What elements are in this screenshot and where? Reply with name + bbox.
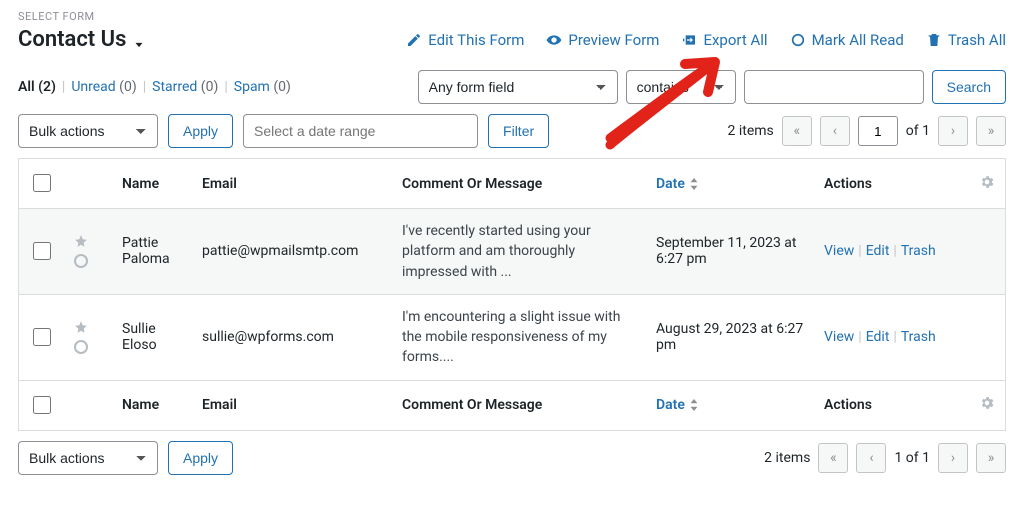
form-selector[interactable]: Contact Us (18, 27, 146, 52)
trash-all-link[interactable]: Trash All (926, 31, 1006, 49)
cell-email: sullie@wpforms.com (192, 294, 392, 380)
page-next-button[interactable]: › (938, 116, 968, 146)
filter-spam[interactable]: Spam (0) (234, 79, 291, 95)
preview-form-label: Preview Form (568, 31, 659, 49)
page-current: 1 of 1 (894, 450, 930, 466)
page-of-text: of 1 (906, 123, 930, 139)
items-count: 2 items (764, 450, 810, 466)
col-actions-footer: Actions (814, 380, 969, 430)
chevron-down-icon (132, 33, 146, 47)
cell-date: August 29, 2023 at 6:27 pm (646, 294, 814, 380)
search-operator-select[interactable]: contains (626, 70, 736, 104)
star-icon[interactable] (74, 234, 88, 252)
pencil-icon (406, 32, 422, 48)
view-link[interactable]: View (824, 329, 854, 345)
circle-icon (790, 32, 806, 48)
table-row: Sullie Eloso sullie@wpforms.com I'm enco… (19, 294, 1006, 380)
trash-icon (926, 32, 942, 48)
sort-icon (689, 399, 699, 411)
page-last-button[interactable]: » (976, 116, 1006, 146)
page-toolbar: Edit This Form Preview Form Export All M… (406, 31, 1006, 49)
export-all-link[interactable]: Export All (681, 31, 767, 49)
items-count: 2 items (728, 123, 774, 139)
filter-unread[interactable]: Unread (0) (71, 79, 136, 95)
select-form-label: SELECT FORM (18, 10, 1006, 23)
col-email[interactable]: Email (192, 159, 392, 209)
trash-link[interactable]: Trash (901, 329, 936, 345)
gear-icon[interactable] (979, 178, 995, 194)
table-row: Pattie Paloma pattie@wpmailsmtp.com I've… (19, 209, 1006, 295)
filter-button[interactable]: Filter (488, 114, 549, 148)
cell-email: pattie@wpmailsmtp.com (192, 209, 392, 295)
page-next-button[interactable]: › (938, 443, 968, 473)
select-all-checkbox-footer[interactable] (33, 396, 51, 414)
page-number-input[interactable] (858, 116, 898, 146)
bulk-apply-button[interactable]: Apply (168, 114, 233, 148)
edit-form-link[interactable]: Edit This Form (406, 31, 524, 49)
mark-all-read-link[interactable]: Mark All Read (790, 31, 904, 49)
filter-all[interactable]: All (2) (18, 79, 56, 95)
page-prev-button[interactable]: ‹ (856, 443, 886, 473)
export-icon (681, 32, 697, 48)
bulk-actions-select-bottom[interactable]: Bulk actions (18, 441, 158, 475)
date-range-input[interactable] (243, 114, 478, 148)
cell-message: I've recently started using your platfor… (402, 221, 636, 282)
col-message-footer[interactable]: Comment Or Message (392, 380, 646, 430)
col-message[interactable]: Comment Or Message (392, 159, 646, 209)
trash-all-label: Trash All (948, 31, 1006, 49)
cell-message: I'm encountering a slight issue with the… (402, 307, 636, 368)
search-input[interactable] (744, 70, 924, 104)
mark-all-read-label: Mark All Read (812, 31, 904, 49)
filter-starred[interactable]: Starred (0) (152, 79, 218, 95)
search-field-select[interactable]: Any form field (418, 70, 618, 104)
edit-link[interactable]: Edit (866, 243, 890, 259)
page-first-button[interactable]: « (782, 116, 812, 146)
trash-link[interactable]: Trash (901, 243, 936, 259)
read-indicator-icon[interactable] (74, 254, 88, 268)
search-button[interactable]: Search (932, 70, 1006, 104)
entries-table: Name Email Comment Or Message Date Actio… (18, 158, 1006, 431)
export-all-label: Export All (703, 31, 767, 49)
edit-link[interactable]: Edit (866, 329, 890, 345)
eye-icon (546, 32, 562, 48)
col-date-sort-footer[interactable]: Date (656, 397, 699, 413)
row-checkbox[interactable] (33, 242, 51, 260)
edit-form-label: Edit This Form (428, 31, 524, 49)
bulk-apply-button-bottom[interactable]: Apply (168, 441, 233, 475)
page-first-button[interactable]: « (818, 443, 848, 473)
col-email-footer[interactable]: Email (192, 380, 392, 430)
row-checkbox[interactable] (33, 328, 51, 346)
page-prev-button[interactable]: ‹ (820, 116, 850, 146)
col-date-sort[interactable]: Date (656, 176, 699, 192)
read-indicator-icon[interactable] (74, 340, 88, 354)
select-all-checkbox[interactable] (33, 174, 51, 192)
pagination-top: 2 items « ‹ of 1 › » (728, 116, 1006, 146)
cell-name: Sullie Eloso (112, 294, 192, 380)
status-filters: All (2) | Unread (0) | Starred (0) | Spa… (18, 79, 291, 95)
cell-date: September 11, 2023 at 6:27 pm (646, 209, 814, 295)
preview-form-link[interactable]: Preview Form (546, 31, 659, 49)
page-last-button[interactable]: » (976, 443, 1006, 473)
bulk-actions-select[interactable]: Bulk actions (18, 114, 158, 148)
cell-name: Pattie Paloma (112, 209, 192, 295)
view-link[interactable]: View (824, 243, 854, 259)
pagination-bottom: 2 items « ‹ 1 of 1 › » (764, 443, 1006, 473)
sort-icon (689, 178, 699, 190)
star-icon[interactable] (74, 320, 88, 338)
gear-icon[interactable] (979, 399, 995, 415)
col-name-footer[interactable]: Name (112, 380, 192, 430)
col-actions: Actions (814, 159, 969, 209)
form-name: Contact Us (18, 27, 126, 52)
col-name[interactable]: Name (112, 159, 192, 209)
